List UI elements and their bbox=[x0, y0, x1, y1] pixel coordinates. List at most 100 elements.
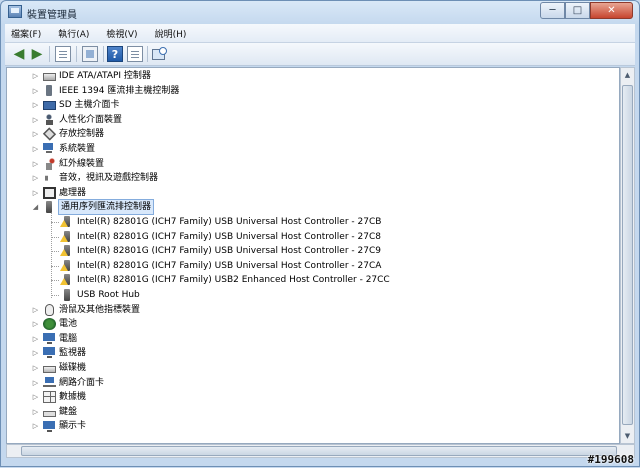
warning-icon bbox=[60, 263, 68, 271]
back-arrow-icon[interactable]: ◀ bbox=[11, 46, 27, 62]
expand-arrow-icon[interactable]: ▷ bbox=[31, 113, 40, 127]
expand-arrow-icon[interactable]: ▷ bbox=[31, 317, 40, 331]
window-controls: ─ □ ✕ bbox=[540, 2, 633, 19]
expand-arrow-icon[interactable]: ▷ bbox=[31, 142, 40, 156]
tree-device[interactable]: Intel(R) 82801G (ICH7 Family) USB Univer… bbox=[60, 259, 382, 273]
maximize-button[interactable]: □ bbox=[565, 2, 590, 19]
horizontal-scrollbar[interactable] bbox=[6, 444, 635, 458]
tree-category[interactable]: ▷ 電腦 bbox=[31, 332, 77, 346]
tree-category[interactable]: ◢ 通用序列匯流排控制器 bbox=[31, 199, 155, 216]
tree-item-label: 數據機 bbox=[59, 392, 87, 403]
ieee1394-icon bbox=[46, 85, 52, 97]
tree-connector bbox=[51, 265, 59, 267]
expand-arrow-icon[interactable]: ▷ bbox=[31, 157, 40, 171]
help-icon[interactable]: ? bbox=[107, 46, 123, 62]
tree-category[interactable]: ▷ SD 主機介面卡 bbox=[31, 98, 120, 112]
expand-arrow-icon[interactable]: ▷ bbox=[31, 405, 40, 419]
minimize-button[interactable]: ─ bbox=[540, 2, 565, 19]
battery-icon bbox=[43, 318, 56, 331]
expand-arrow-icon[interactable]: ▷ bbox=[31, 419, 40, 433]
scroll-up-icon[interactable]: ▲ bbox=[622, 68, 633, 82]
menu-action[interactable]: 執行(A) bbox=[58, 27, 89, 40]
collapse-arrow-icon[interactable]: ◢ bbox=[31, 200, 40, 214]
menu-bar: 檔案(F) 執行(A) 檢視(V) 說明(H) bbox=[5, 24, 635, 43]
expand-arrow-icon[interactable]: ▷ bbox=[31, 346, 40, 360]
hscrollbar-thumb[interactable] bbox=[21, 446, 617, 456]
scroll-down-icon[interactable]: ▼ bbox=[622, 429, 633, 443]
tree-category[interactable]: ▷ 網路介面卡 bbox=[31, 376, 104, 390]
expand-arrow-icon[interactable]: ▷ bbox=[31, 303, 40, 317]
tree-item-label: IDE ATA/ATAPI 控制器 bbox=[59, 71, 151, 81]
vertical-scrollbar[interactable]: ▲ ▼ bbox=[620, 67, 635, 444]
scrollbar-thumb[interactable] bbox=[622, 85, 633, 425]
tree-category[interactable]: ▷ IDE ATA/ATAPI 控制器 bbox=[31, 69, 151, 83]
tree-category[interactable]: ▷ 數據機 bbox=[31, 390, 86, 404]
tree-item-label: 滑鼠及其他指標裝置 bbox=[59, 304, 141, 315]
tree-category[interactable]: ▷ 滑鼠及其他指標裝置 bbox=[31, 303, 140, 317]
menu-file[interactable]: 檔案(F) bbox=[11, 27, 41, 40]
tree-category[interactable]: ▷ 處理器 bbox=[31, 186, 86, 200]
expand-arrow-icon[interactable]: ▷ bbox=[31, 84, 40, 98]
expand-arrow-icon[interactable]: ▷ bbox=[31, 361, 40, 375]
expand-arrow-icon[interactable]: ▷ bbox=[31, 98, 40, 112]
tree-category[interactable]: ▷ IEEE 1394 匯流排主機控制器 bbox=[31, 84, 179, 98]
tree-category[interactable]: ▷ 電池 bbox=[31, 317, 77, 331]
tree-connector bbox=[51, 236, 59, 238]
tree-item-label: 電腦 bbox=[59, 333, 78, 344]
expand-arrow-icon[interactable]: ▷ bbox=[31, 69, 40, 83]
warning-icon bbox=[60, 220, 68, 227]
processor-icon bbox=[43, 186, 56, 199]
usb-icon bbox=[64, 289, 70, 301]
tree-item-label: 紅外線裝置 bbox=[59, 158, 105, 169]
tree-device[interactable]: Intel(R) 82801G (ICH7 Family) USB2 Enhan… bbox=[60, 273, 390, 287]
tree-device[interactable]: USB Root Hub bbox=[61, 288, 140, 302]
modem-icon bbox=[43, 391, 56, 404]
disk-drive-icon bbox=[43, 366, 56, 373]
tree-category[interactable]: ▷ 鍵盤 bbox=[31, 405, 77, 419]
tree-category[interactable]: ▷ 人性化介面裝置 bbox=[31, 113, 122, 127]
forward-arrow-icon[interactable]: ▶ bbox=[29, 46, 45, 62]
warning-icon bbox=[60, 234, 68, 242]
tree-category[interactable]: ▷ 紅外線裝置 bbox=[31, 157, 104, 171]
tree-category[interactable]: ▷ 磁碟機 bbox=[31, 361, 86, 375]
toolbar-separator bbox=[49, 46, 50, 62]
expand-arrow-icon[interactable]: ▷ bbox=[31, 127, 40, 141]
expand-arrow-icon[interactable]: ▷ bbox=[31, 332, 40, 346]
tree-item-label: 監視器 bbox=[59, 348, 87, 359]
menu-view[interactable]: 檢視(V) bbox=[106, 27, 137, 40]
close-button[interactable]: ✕ bbox=[590, 2, 633, 19]
tree-connector bbox=[51, 213, 52, 298]
expand-arrow-icon[interactable]: ▷ bbox=[31, 186, 40, 200]
hid-icon bbox=[43, 113, 56, 126]
display-icon[interactable] bbox=[127, 46, 143, 62]
tree-category[interactable]: ▷ 系統裝置 bbox=[31, 142, 95, 156]
ide-controller-icon bbox=[43, 73, 56, 81]
tree-device[interactable]: Intel(R) 82801G (ICH7 Family) USB Univer… bbox=[60, 230, 381, 244]
menu-help[interactable]: 說明(H) bbox=[155, 27, 187, 40]
tree-item-label: Intel(R) 82801G (ICH7 Family) USB Univer… bbox=[77, 246, 381, 257]
expand-arrow-icon[interactable]: ▷ bbox=[31, 390, 40, 404]
expand-arrow-icon[interactable]: ▷ bbox=[31, 376, 40, 390]
tree-item-label: 處理器 bbox=[59, 187, 87, 198]
tree-device[interactable]: Intel(R) 82801G (ICH7 Family) USB Univer… bbox=[60, 215, 382, 229]
scan-hardware-icon[interactable] bbox=[151, 46, 167, 62]
tree-category[interactable]: ▷ 存放控制器 bbox=[31, 127, 104, 142]
title-bar[interactable]: 裝置管理員 ─ □ ✕ bbox=[1, 1, 639, 23]
expand-arrow-icon[interactable]: ▷ bbox=[31, 171, 40, 185]
window-title: 裝置管理員 bbox=[27, 10, 77, 21]
usb-warning-icon bbox=[60, 216, 74, 228]
properties-icon[interactable] bbox=[82, 46, 98, 62]
tree-connector bbox=[51, 280, 59, 282]
tree-category[interactable]: ▷ 顯示卡 bbox=[31, 419, 86, 433]
grid-view-icon[interactable] bbox=[55, 46, 71, 62]
tree-item-label: Intel(R) 82801G (ICH7 Family) USB Univer… bbox=[77, 217, 382, 227]
tree-item-label: Intel(R) 82801G (ICH7 Family) USB Univer… bbox=[77, 260, 382, 271]
speaker-icon bbox=[43, 172, 53, 185]
tree-item-label: 系統裝置 bbox=[59, 144, 96, 154]
tree-device[interactable]: Intel(R) 82801G (ICH7 Family) USB Univer… bbox=[60, 244, 381, 258]
tree-item-label: IEEE 1394 匯流排主機控制器 bbox=[59, 85, 180, 96]
tree-category[interactable]: ▷ 音效，視訊及遊戲控制器 bbox=[31, 171, 158, 185]
watermark: #199608 bbox=[587, 453, 634, 466]
tree-category[interactable]: ▷ 監視器 bbox=[31, 346, 86, 360]
tree-item-label: 人性化介面裝置 bbox=[59, 114, 123, 125]
